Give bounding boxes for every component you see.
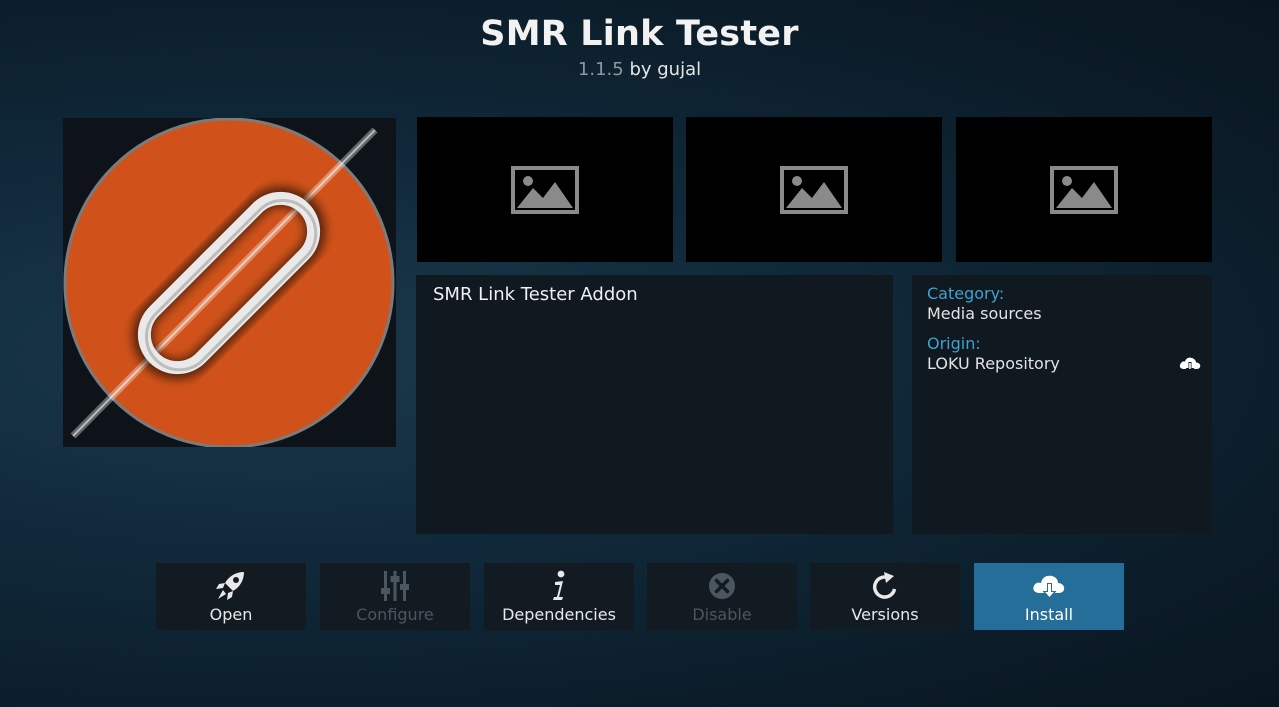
disable-button-label: Disable (692, 605, 752, 624)
dependencies-button-label: Dependencies (502, 605, 616, 624)
addon-subtitle: 1.1.5 by gujal (0, 59, 1279, 80)
category-value: Media sources (927, 304, 1042, 323)
image-placeholder-icon (511, 165, 579, 214)
screenshot-placeholder-2[interactable] (686, 117, 942, 262)
dependencies-button[interactable]: Dependencies (484, 563, 634, 630)
description-text: SMR Link Tester Addon (433, 284, 638, 305)
addon-icon-panel (63, 118, 396, 447)
configure-button-label: Configure (356, 605, 434, 624)
refresh-icon (872, 572, 897, 599)
chain-link-icon (63, 118, 395, 447)
install-button[interactable]: Install (974, 563, 1124, 630)
addon-title: SMR Link Tester (480, 14, 799, 54)
description-panel: SMR Link Tester Addon (416, 275, 893, 534)
details-panel: Category: Media sources Origin: LOKU Rep… (912, 275, 1212, 534)
install-button-label: Install (1024, 605, 1074, 624)
origin-label: Origin: (927, 334, 981, 353)
image-placeholder-icon (780, 165, 848, 214)
sliders-icon (381, 571, 409, 601)
cloud-download-icon (1033, 575, 1065, 599)
screenshot-placeholder-3[interactable] (956, 117, 1212, 262)
open-button[interactable]: Open (156, 563, 306, 630)
origin-value: LOKU Repository (927, 354, 1060, 373)
open-button-label: Open (209, 605, 253, 624)
close-circle-icon (709, 573, 735, 599)
cloud-download-icon (1179, 357, 1201, 374)
image-placeholder-icon (1050, 165, 1118, 214)
addon-author: by gujal (629, 59, 702, 80)
info-icon (553, 570, 565, 600)
screenshot-placeholder-1[interactable] (417, 117, 673, 262)
versions-button-label: Versions (851, 605, 919, 624)
addon-version: 1.1.5 (577, 59, 624, 80)
versions-button[interactable]: Versions (810, 563, 960, 630)
disable-button[interactable]: Disable (647, 563, 797, 630)
category-label: Category: (927, 284, 1005, 303)
configure-button[interactable]: Configure (320, 563, 470, 630)
rocket-icon (216, 572, 244, 600)
